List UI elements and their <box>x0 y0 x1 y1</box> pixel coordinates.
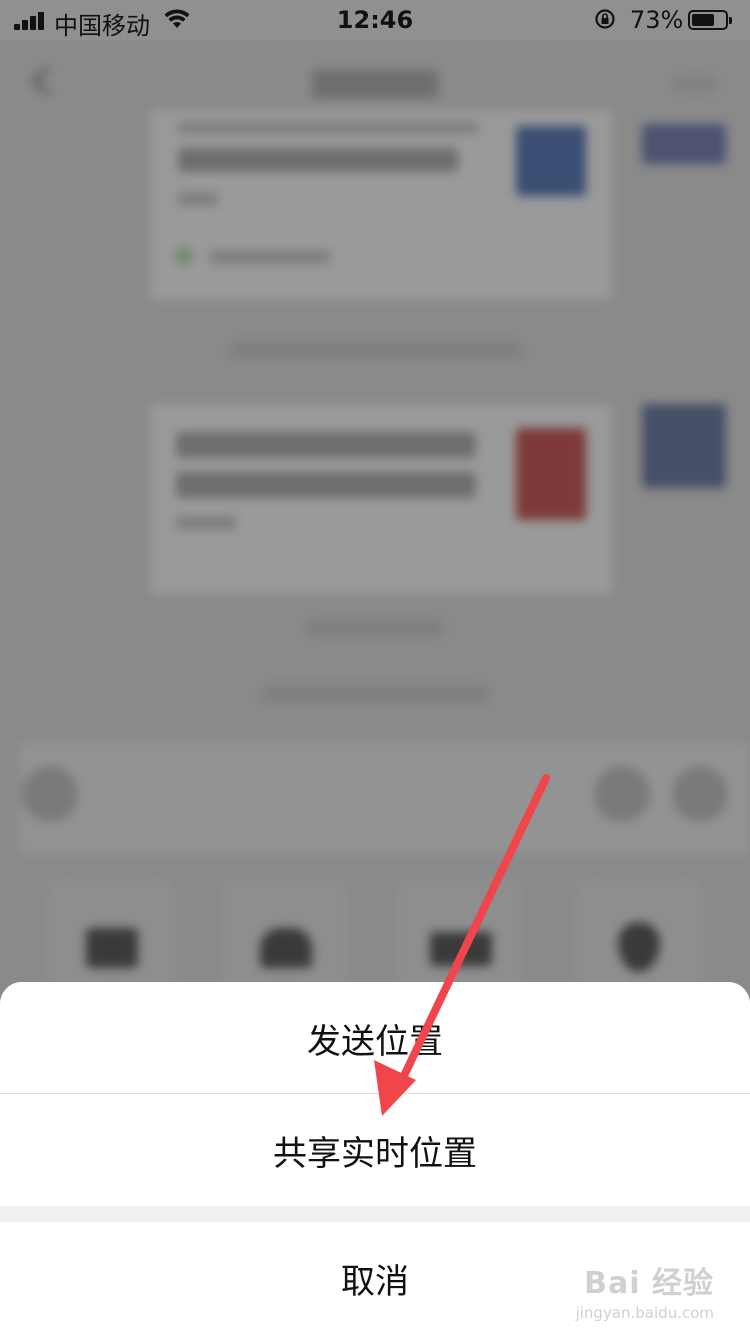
battery-icon <box>688 10 732 30</box>
back-icon <box>30 66 52 96</box>
image-icon <box>86 928 138 968</box>
avatar <box>642 404 726 488</box>
avatar <box>642 124 726 164</box>
word-file-icon <box>516 126 586 196</box>
share-live-location-button[interactable]: 共享实时位置 <box>0 1094 750 1206</box>
battery-percent: 73% <box>630 6 684 34</box>
timestamp-placeholder <box>230 342 522 358</box>
chat-title-placeholder <box>312 70 438 98</box>
send-location-button[interactable]: 发送位置 <box>0 982 750 1094</box>
camera-icon <box>260 928 312 968</box>
add-icon <box>672 766 728 822</box>
video-icon <box>430 932 492 966</box>
sheet-separator <box>0 1206 750 1222</box>
rotation-lock-icon <box>595 9 615 29</box>
status-bar: 中国移动 12:46 73% <box>0 0 750 40</box>
emoji-icon <box>594 766 650 822</box>
more-icon <box>672 78 716 90</box>
baidu-jingyan-watermark: Bai 经验 jingyan.baidu.com <box>575 1266 714 1322</box>
voice-icon <box>22 766 78 822</box>
pdf-file-icon <box>516 428 586 520</box>
